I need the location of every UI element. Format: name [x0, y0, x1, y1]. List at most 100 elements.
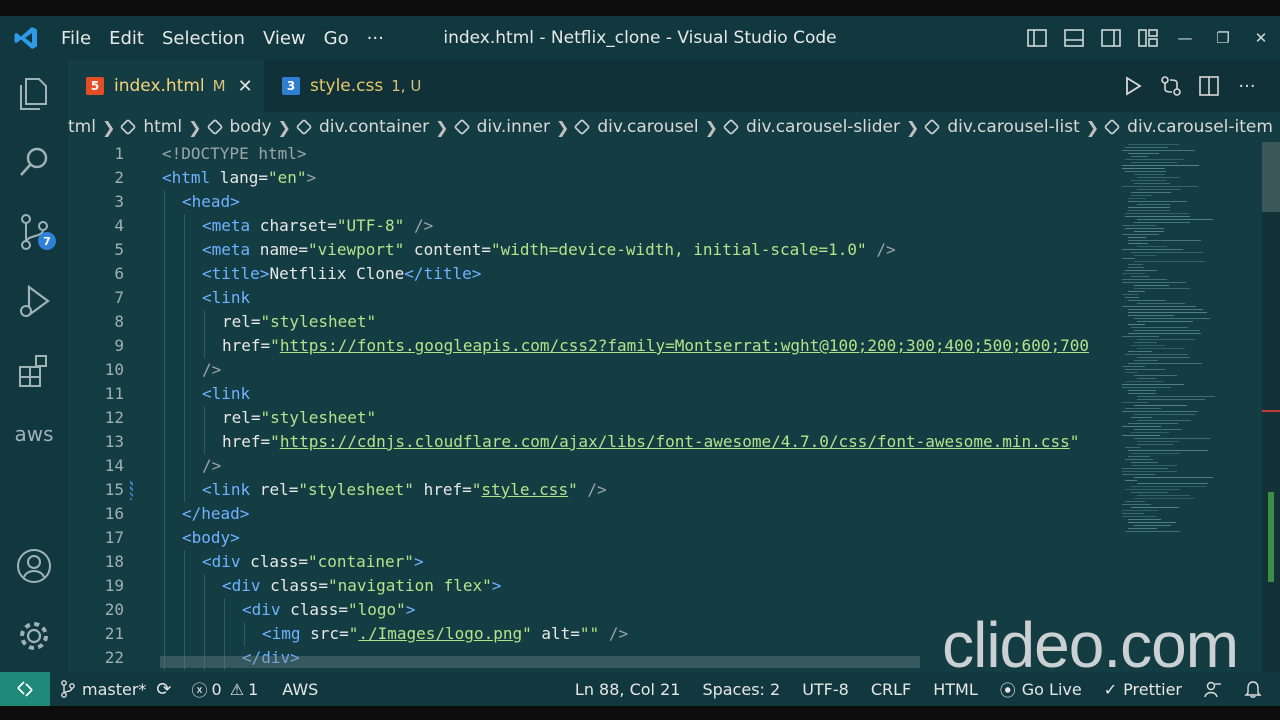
compare-changes-icon[interactable]	[1152, 75, 1190, 97]
code-line[interactable]: 4 <meta charset="UTF-8" />	[68, 214, 1118, 238]
code-text: rel="stylesheet"	[222, 408, 377, 427]
code-line[interactable]: 19 <div class="navigation flex">	[68, 574, 1118, 598]
code-line[interactable]: 1 <!DOCTYPE html>	[68, 142, 1118, 166]
code-line[interactable]: 3 <head>	[68, 190, 1118, 214]
minimap-line	[1122, 516, 1156, 517]
code-text: <link	[202, 288, 251, 307]
run-icon[interactable]	[1114, 76, 1152, 96]
menu-go[interactable]: Go	[315, 28, 358, 49]
code-line[interactable]: 10 />	[68, 358, 1118, 382]
code-text: <img src="./Images/logo.png" alt="" />	[262, 624, 629, 643]
minimap-line	[1128, 363, 1202, 364]
minimize-icon[interactable]: —	[1166, 29, 1204, 47]
breadcrumb-item[interactable]: html	[119, 117, 182, 137]
scrollbar-thumb[interactable]	[1262, 142, 1280, 212]
line-number: 20	[104, 600, 124, 619]
aws-icon[interactable]: aws	[14, 422, 54, 446]
code-editor[interactable]: 1 <!DOCTYPE html> 2 <html lang="en"> 3 <hea…	[68, 142, 1118, 672]
tab-index-html[interactable]: 5 index.html M ✕	[68, 60, 264, 112]
code-line[interactable]: 17 <body>	[68, 526, 1118, 550]
prettier-button[interactable]: ✓ Prettier	[1104, 680, 1182, 699]
notifications-bell-icon[interactable]	[1244, 680, 1262, 698]
vertical-scrollbar[interactable]	[1262, 142, 1280, 672]
code-line[interactable]: 12 rel="stylesheet"	[68, 406, 1118, 430]
breadcrumb-item[interactable]: tml	[68, 117, 96, 137]
sync-icon[interactable]: ⟳	[156, 679, 171, 700]
breadcrumb-item[interactable]: div.carousel-list	[923, 117, 1080, 137]
feedback-icon[interactable]	[1204, 680, 1222, 698]
toggle-panel-icon[interactable]	[1055, 29, 1092, 47]
code-line[interactable]: 14 />	[68, 454, 1118, 478]
breadcrumb-item[interactable]: div.carousel-item	[1103, 117, 1273, 137]
minimap-line	[1131, 417, 1152, 418]
code-text: href="https://cdnjs.cloudflare.com/ajax/…	[222, 432, 1080, 451]
code-line[interactable]: 6 <title>Netfliix Clone</title>	[68, 262, 1118, 286]
code-line[interactable]: 16 </head>	[68, 502, 1118, 526]
remote-indicator-icon[interactable]	[0, 672, 50, 706]
breadcrumb-item[interactable]: div.carousel-slider	[722, 117, 900, 137]
restore-icon[interactable]: ❐	[1204, 29, 1242, 47]
minimap-line	[1131, 180, 1166, 181]
minimap-line	[1128, 351, 1152, 352]
close-tab-icon[interactable]: ✕	[238, 76, 253, 97]
menu-file[interactable]: File	[52, 28, 100, 49]
encoding[interactable]: UTF-8	[802, 680, 849, 699]
menu-view[interactable]: View	[254, 28, 315, 49]
chevron-right-icon: ❯	[277, 117, 291, 137]
toggle-primary-sidebar-icon[interactable]	[1018, 29, 1055, 47]
menu-selection[interactable]: Selection	[153, 28, 254, 49]
minimap-line	[1134, 525, 1171, 526]
tab-style-css[interactable]: 3 style.css 1, U	[264, 60, 424, 112]
code-link[interactable]: https://fonts.googleapis.com/css2?family…	[280, 336, 1089, 355]
minimap[interactable]	[1118, 142, 1280, 672]
code-line[interactable]: 9 href="https://fonts.googleapis.com/css2…	[68, 334, 1118, 358]
source-control-icon[interactable]: 7	[14, 212, 56, 252]
code-link[interactable]: ./Images/logo.png	[358, 624, 522, 643]
minimap-line	[1122, 471, 1177, 472]
code-line[interactable]: 13 href="https://cdnjs.cloudflare.com/aja…	[68, 430, 1118, 454]
language-mode[interactable]: HTML	[933, 680, 978, 699]
vscode-logo-icon[interactable]	[0, 25, 52, 51]
close-window-icon[interactable]: ✕	[1242, 29, 1280, 47]
breadcrumb-item[interactable]: div.container	[295, 117, 429, 137]
end-of-line[interactable]: CRLF	[871, 680, 911, 699]
code-line[interactable]: 15 <link rel="stylesheet" href="style.css…	[68, 478, 1118, 502]
minimap-line	[1125, 159, 1184, 160]
run-debug-icon[interactable]	[14, 282, 54, 322]
breadcrumb-item[interactable]: div.inner	[453, 117, 550, 137]
code-line[interactable]: 5 <meta name="viewport" content="width=de…	[68, 238, 1118, 262]
minimap-line	[1125, 459, 1153, 460]
indentation[interactable]: Spaces: 2	[702, 680, 780, 699]
problems-indicator[interactable]: ⓧ 0 ⚠ 1	[192, 677, 259, 701]
minimap-line	[1125, 489, 1180, 490]
code-link[interactable]: https://cdnjs.cloudflare.com/ajax/libs/f…	[280, 432, 1070, 451]
code-line[interactable]: 2 <html lang="en">	[68, 166, 1118, 190]
breadcrumb-item[interactable]: div.carousel	[573, 117, 699, 137]
explorer-icon[interactable]	[14, 74, 54, 114]
line-number: 4	[114, 216, 124, 235]
breadcrumb-item[interactable]: body	[206, 117, 272, 137]
search-icon[interactable]	[14, 142, 54, 182]
cursor-position[interactable]: Ln 88, Col 21	[575, 680, 681, 699]
split-editor-icon[interactable]	[1190, 76, 1228, 96]
extensions-icon[interactable]	[14, 350, 54, 390]
toggle-secondary-sidebar-icon[interactable]	[1092, 29, 1129, 47]
account-icon[interactable]	[14, 546, 54, 586]
minimap-line	[1125, 501, 1145, 502]
branch-indicator[interactable]: master*	[60, 680, 146, 699]
more-actions-icon[interactable]: ···	[1228, 76, 1266, 97]
code-line[interactable]: 8 rel="stylesheet"	[68, 310, 1118, 334]
code-line[interactable]: 7 <link	[68, 286, 1118, 310]
customize-layout-icon[interactable]	[1129, 29, 1166, 47]
minimap-line	[1128, 264, 1143, 265]
line-number: 19	[104, 576, 124, 595]
minimap-line	[1128, 243, 1148, 244]
aws-status[interactable]: AWS	[282, 680, 318, 699]
menu-edit[interactable]: Edit	[100, 28, 153, 49]
horizontal-scrollbar[interactable]	[160, 656, 920, 668]
code-link[interactable]: style.css	[481, 480, 568, 499]
code-line[interactable]: 11 <link	[68, 382, 1118, 406]
minimap-line	[1137, 420, 1191, 421]
code-line[interactable]: 18 <div class="container">	[68, 550, 1118, 574]
settings-gear-icon[interactable]	[14, 616, 54, 656]
